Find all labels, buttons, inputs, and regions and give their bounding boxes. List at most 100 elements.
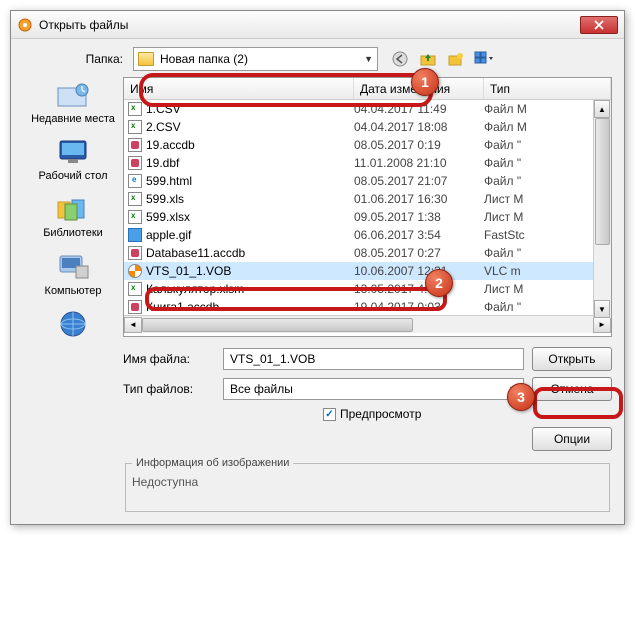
file-icon bbox=[128, 300, 142, 314]
file-name: VTS_01_1.VOB bbox=[146, 264, 231, 278]
file-name: 599.xls bbox=[146, 192, 184, 206]
place-computer[interactable]: Компьютер bbox=[23, 251, 123, 298]
file-date: 11.01.2008 21:10 bbox=[354, 156, 484, 170]
header-date[interactable]: Дата изменения bbox=[354, 78, 484, 99]
folder-row: Папка: Новая папка (2) ▼ bbox=[23, 47, 612, 71]
file-row[interactable]: 19.dbf 11.01.2008 21:10Файл " bbox=[124, 154, 611, 172]
close-button[interactable] bbox=[580, 16, 618, 34]
header-type[interactable]: Тип bbox=[484, 78, 611, 99]
filename-input[interactable] bbox=[223, 348, 524, 370]
places-bar: Недавние места Рабочий стол Библиотеки К… bbox=[23, 77, 123, 512]
filetype-row: Тип файлов: Все файлы ▼ Отмена bbox=[123, 377, 612, 401]
file-list: Имя Дата изменения Тип 1.CSV04.04.2017 1… bbox=[123, 77, 612, 337]
place-network[interactable] bbox=[23, 308, 123, 340]
place-recent[interactable]: Недавние места bbox=[23, 79, 123, 126]
file-name: 19.dbf bbox=[146, 156, 179, 170]
scroll-right-icon[interactable]: ► bbox=[593, 317, 611, 333]
folder-label: Папка: bbox=[23, 52, 133, 66]
scroll-left-icon[interactable]: ◄ bbox=[124, 317, 142, 333]
vertical-scrollbar[interactable]: ▲ ▼ bbox=[593, 100, 611, 318]
file-row[interactable]: 599.xls01.06.2017 16:30Лист M bbox=[124, 190, 611, 208]
file-name: 599.xlsx bbox=[146, 210, 190, 224]
file-row[interactable]: 2.CSV04.04.2017 18:08Файл M bbox=[124, 118, 611, 136]
file-name: apple.gif bbox=[146, 228, 191, 242]
computer-icon bbox=[55, 251, 91, 283]
header-name[interactable]: Имя bbox=[124, 78, 354, 99]
file-date: 08.05.2017 21:07 bbox=[354, 174, 484, 188]
folder-icon bbox=[138, 52, 154, 66]
file-date: 01.06.2017 16:30 bbox=[354, 192, 484, 206]
back-icon[interactable] bbox=[390, 49, 410, 69]
file-icon bbox=[128, 156, 142, 170]
filename-label: Имя файла: bbox=[123, 352, 223, 366]
info-text: Недоступна bbox=[132, 475, 603, 489]
recent-icon bbox=[55, 79, 91, 111]
file-name: 599.html bbox=[146, 174, 192, 188]
column-headers: Имя Дата изменения Тип bbox=[124, 78, 611, 100]
place-label: Компьютер bbox=[23, 285, 123, 298]
options-button[interactable]: Опции bbox=[532, 427, 612, 451]
main-area: Недавние места Рабочий стол Библиотеки К… bbox=[23, 77, 612, 512]
file-row[interactable]: Книга1.accdb 19.04.2017 0:03Файл " bbox=[124, 298, 611, 315]
folder-combo[interactable]: Новая папка (2) ▼ bbox=[133, 47, 378, 71]
file-date: 10.06.2007 12:31 bbox=[354, 264, 484, 278]
file-row[interactable]: Калькулятор.xlsm13.05.2017 4:34Лист M bbox=[124, 280, 611, 298]
file-type: Лист M bbox=[484, 282, 611, 296]
libraries-icon bbox=[55, 193, 91, 225]
file-type: Файл " bbox=[484, 246, 611, 260]
preview-checkbox[interactable]: ✓ bbox=[323, 408, 336, 421]
file-row[interactable]: 19.accdb08.05.2017 0:19Файл " bbox=[124, 136, 611, 154]
place-libraries[interactable]: Библиотеки bbox=[23, 193, 123, 240]
cancel-button[interactable]: Отмена bbox=[532, 377, 612, 401]
scroll-down-icon[interactable]: ▼ bbox=[594, 300, 610, 318]
file-row[interactable]: 1.CSV04.04.2017 11:49Файл M bbox=[124, 100, 611, 118]
file-type: FastStc bbox=[484, 228, 611, 242]
file-type: Файл " bbox=[484, 300, 611, 314]
file-type: Файл " bbox=[484, 174, 611, 188]
file-date: 13.05.2017 4:34 bbox=[354, 282, 484, 296]
options-row: Опции bbox=[123, 427, 612, 451]
place-label: Недавние места bbox=[23, 113, 123, 126]
chevron-down-icon: ▼ bbox=[508, 384, 517, 394]
file-row[interactable]: Database11.accdb08.05.2017 0:27Файл " bbox=[124, 244, 611, 262]
file-icon bbox=[128, 246, 142, 260]
desktop-icon bbox=[55, 136, 91, 168]
view-menu-icon[interactable] bbox=[474, 49, 494, 69]
filetype-value: Все файлы bbox=[230, 382, 293, 396]
file-row[interactable]: VTS_01_1.VOB10.06.2007 12:31VLC m bbox=[124, 262, 611, 280]
preview-row: ✓ Предпросмотр bbox=[123, 407, 612, 421]
place-label: Рабочий стол bbox=[23, 170, 123, 183]
file-icon bbox=[128, 102, 142, 116]
file-icon bbox=[128, 210, 142, 224]
open-button[interactable]: Открыть bbox=[532, 347, 612, 371]
place-desktop[interactable]: Рабочий стол bbox=[23, 136, 123, 183]
file-type: Лист M bbox=[484, 210, 611, 224]
file-icon bbox=[128, 282, 142, 296]
file-date: 09.05.2017 1:38 bbox=[354, 210, 484, 224]
file-icon bbox=[128, 120, 142, 134]
network-icon bbox=[55, 308, 91, 340]
file-row[interactable]: 599.html 08.05.2017 21:07Файл " bbox=[124, 172, 611, 190]
up-folder-icon[interactable] bbox=[418, 49, 438, 69]
chevron-down-icon: ▼ bbox=[364, 54, 373, 64]
file-name: 2.CSV bbox=[146, 120, 181, 134]
file-type: Файл " bbox=[484, 156, 611, 170]
file-type: Файл M bbox=[484, 120, 611, 134]
scroll-thumb[interactable] bbox=[142, 318, 413, 332]
info-legend: Информация об изображении bbox=[132, 457, 293, 469]
filetype-combo[interactable]: Все файлы ▼ bbox=[223, 378, 524, 400]
current-folder-text: Новая папка (2) bbox=[160, 52, 248, 66]
titlebar: Открыть файлы bbox=[11, 11, 624, 39]
file-name: Книга1.accdb bbox=[146, 300, 219, 314]
file-type: Файл " bbox=[484, 138, 611, 152]
scroll-thumb[interactable] bbox=[595, 118, 610, 245]
scroll-up-icon[interactable]: ▲ bbox=[594, 100, 610, 118]
file-icon bbox=[128, 138, 142, 152]
filetype-label: Тип файлов: bbox=[123, 382, 223, 396]
filename-row: Имя файла: Открыть bbox=[123, 347, 612, 371]
horizontal-scrollbar[interactable]: ◄ ► bbox=[124, 315, 611, 333]
file-row[interactable]: 599.xlsx 09.05.2017 1:38Лист M bbox=[124, 208, 611, 226]
file-date: 19.04.2017 0:03 bbox=[354, 300, 484, 314]
file-row[interactable]: apple.gif06.06.2017 3:54FastStc bbox=[124, 226, 611, 244]
new-folder-icon[interactable] bbox=[446, 49, 466, 69]
